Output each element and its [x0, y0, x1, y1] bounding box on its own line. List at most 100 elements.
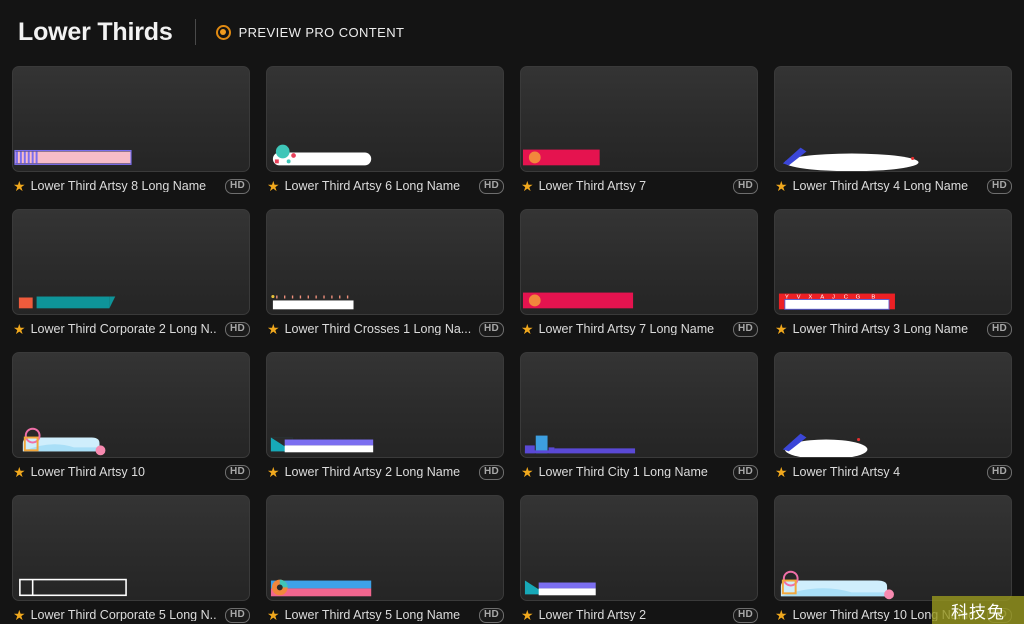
clip-cell[interactable]: ★ Lower Third Corporate 5 Long N.. HD: [12, 495, 250, 624]
clip-cell[interactable]: ★ Lower Third Artsy 7 HD: [520, 66, 758, 197]
preview-pro-content-toggle[interactable]: PREVIEW PRO CONTENT: [215, 24, 405, 40]
clip-cell[interactable]: ★ Lower Third Artsy 4 Long Name HD: [774, 66, 1012, 197]
thumbnail-art: [13, 353, 249, 457]
star-icon[interactable]: ★: [521, 465, 534, 479]
star-icon[interactable]: ★: [13, 465, 26, 479]
clip-name: Lower Third Artsy 10: [30, 465, 145, 479]
clip-name: Lower Third Artsy 3 Long Name: [792, 322, 969, 336]
clip-cell[interactable]: ★ Lower Third Artsy 2 Long Name HD: [266, 352, 504, 483]
header-bar: Lower Thirds PREVIEW PRO CONTENT: [0, 0, 1024, 64]
hd-badge: HD: [224, 178, 250, 194]
hd-badge: HD: [732, 464, 758, 480]
clip-name: Lower Third Crosses 1 Long Na...: [284, 322, 472, 336]
star-icon[interactable]: ★: [13, 322, 26, 336]
star-icon[interactable]: ★: [775, 465, 788, 479]
clip-caption: ★ Lower Third Artsy 4 Long Name HD: [774, 175, 1012, 197]
thumbnail-art: [13, 496, 249, 600]
clip-caption: ★ Lower Third Artsy 8 Long Name HD: [12, 175, 250, 197]
clip-caption: ★ Lower Third Artsy 10 HD: [12, 461, 250, 483]
clip-cell[interactable]: ★ Lower Third Artsy 5 Long Name HD: [266, 495, 504, 624]
clip-thumbnail[interactable]: [12, 352, 250, 458]
clip-caption: ★ Lower Third Artsy 3 Long Name HD: [774, 318, 1012, 340]
clip-thumbnail[interactable]: [520, 352, 758, 458]
clip-thumbnail[interactable]: [266, 495, 504, 601]
clip-thumbnail[interactable]: [266, 66, 504, 172]
hd-badge: HD: [224, 607, 250, 623]
hd-badge: HD: [986, 178, 1012, 194]
star-icon[interactable]: ★: [521, 322, 534, 336]
clip-caption: ★ Lower Third Artsy 5 Long Name HD: [266, 604, 504, 624]
clip-thumbnail[interactable]: [12, 495, 250, 601]
star-icon[interactable]: ★: [775, 608, 788, 622]
svg-text:V: V: [797, 294, 801, 300]
clip-name: Lower Third Artsy 2: [538, 608, 647, 622]
clip-thumbnail[interactable]: YVX AJC GB: [774, 209, 1012, 315]
clip-thumbnail[interactable]: [520, 209, 758, 315]
svg-text:C: C: [844, 294, 849, 300]
clip-name: Lower Third Artsy 4: [792, 465, 901, 479]
clip-cell[interactable]: Y V X A J C G B ★ Lower Third Artsy 3 Long Name…: [774, 209, 1012, 340]
thumbnail-art: [521, 67, 757, 171]
star-icon[interactable]: ★: [13, 179, 26, 193]
clip-name: Lower Third Artsy 2 Long Name: [284, 465, 461, 479]
clip-cell[interactable]: ★ Lower Third Artsy 7 Long Name HD: [520, 209, 758, 340]
clip-cell[interactable]: ★ Lower Third Corporate 2 Long N.. HD: [12, 209, 250, 340]
thumbnail-art: [521, 210, 757, 314]
clip-thumbnail[interactable]: [774, 352, 1012, 458]
clip-caption: ★ Lower Third Artsy 2 Long Name HD: [266, 461, 504, 483]
hd-badge: HD: [732, 178, 758, 194]
thumbnail-art: [521, 496, 757, 600]
clip-caption: ★ Lower Third Corporate 2 Long N.. HD: [12, 318, 250, 340]
clip-caption: ★ Lower Third Artsy 7 HD: [520, 175, 758, 197]
svg-text:A: A: [820, 294, 824, 300]
clip-cell[interactable]: ★ Lower Third Artsy 8 Long Name HD: [12, 66, 250, 197]
clip-thumbnail[interactable]: [520, 66, 758, 172]
star-icon[interactable]: ★: [775, 322, 788, 336]
clip-cell[interactable]: ★ Lower Third City 1 Long Name HD: [520, 352, 758, 483]
star-icon[interactable]: ★: [521, 608, 534, 622]
clip-thumbnail[interactable]: [520, 495, 758, 601]
thumbnail-art: [267, 353, 503, 457]
thumbnail-art: [521, 353, 757, 457]
thumbnail-art: [13, 67, 249, 171]
clip-cell[interactable]: ★ Lower Third Artsy 4 HD: [774, 352, 1012, 483]
clip-thumbnail[interactable]: [12, 209, 250, 315]
star-icon[interactable]: ★: [775, 179, 788, 193]
hd-badge: HD: [478, 464, 504, 480]
clip-name: Lower Third Corporate 5 Long N..: [30, 608, 217, 622]
clip-cell[interactable]: ★ Lower Third Artsy 2 HD: [520, 495, 758, 624]
star-icon[interactable]: ★: [13, 608, 26, 622]
hd-badge: HD: [732, 321, 758, 337]
clip-cell[interactable]: ★ Lower Third Artsy 6 Long Name HD: [266, 66, 504, 197]
star-icon[interactable]: ★: [521, 179, 534, 193]
star-icon[interactable]: ★: [267, 465, 280, 479]
radio-filled-icon[interactable]: [215, 24, 231, 40]
thumbnail-art: YVX AJC GB: [775, 210, 1011, 314]
clip-caption: ★ Lower Third Artsy 6 Long Name HD: [266, 175, 504, 197]
clip-thumbnail[interactable]: [266, 352, 504, 458]
watermark: 科技兔: [932, 596, 1024, 624]
clip-cell[interactable]: ★ Lower Third Artsy 10 HD: [12, 352, 250, 483]
header-divider: [194, 19, 196, 45]
clip-cell[interactable]: ★ Lower Third Crosses 1 Long Na... HD: [266, 209, 504, 340]
clip-name: Lower Third City 1 Long Name: [538, 465, 708, 479]
thumbnail-art: [267, 496, 503, 600]
thumbnail-art: [775, 67, 1011, 171]
clip-thumbnail[interactable]: [774, 66, 1012, 172]
hd-badge: HD: [224, 464, 250, 480]
clip-name: Lower Third Artsy 4 Long Name: [792, 179, 969, 193]
clip-thumbnail[interactable]: [12, 66, 250, 172]
star-icon[interactable]: ★: [267, 322, 280, 336]
hd-badge: HD: [986, 464, 1012, 480]
svg-text:X: X: [808, 294, 812, 300]
preview-pro-label: PREVIEW PRO CONTENT: [238, 24, 405, 40]
clip-grid: ★ Lower Third Artsy 8 Long Name HD ★ Lower …: [0, 64, 1024, 624]
clip-thumbnail[interactable]: [266, 209, 504, 315]
clip-thumbnail[interactable]: [774, 495, 1012, 601]
clip-name: Lower Third Corporate 2 Long N..: [30, 322, 217, 336]
star-icon[interactable]: ★: [267, 608, 280, 622]
star-icon[interactable]: ★: [267, 179, 280, 193]
svg-text:G: G: [856, 294, 861, 300]
lower-thirds-browser: Lower Thirds PREVIEW PRO CONTENT ★ Lower …: [0, 0, 1024, 624]
clip-caption: ★ Lower Third Artsy 2 HD: [520, 604, 758, 624]
